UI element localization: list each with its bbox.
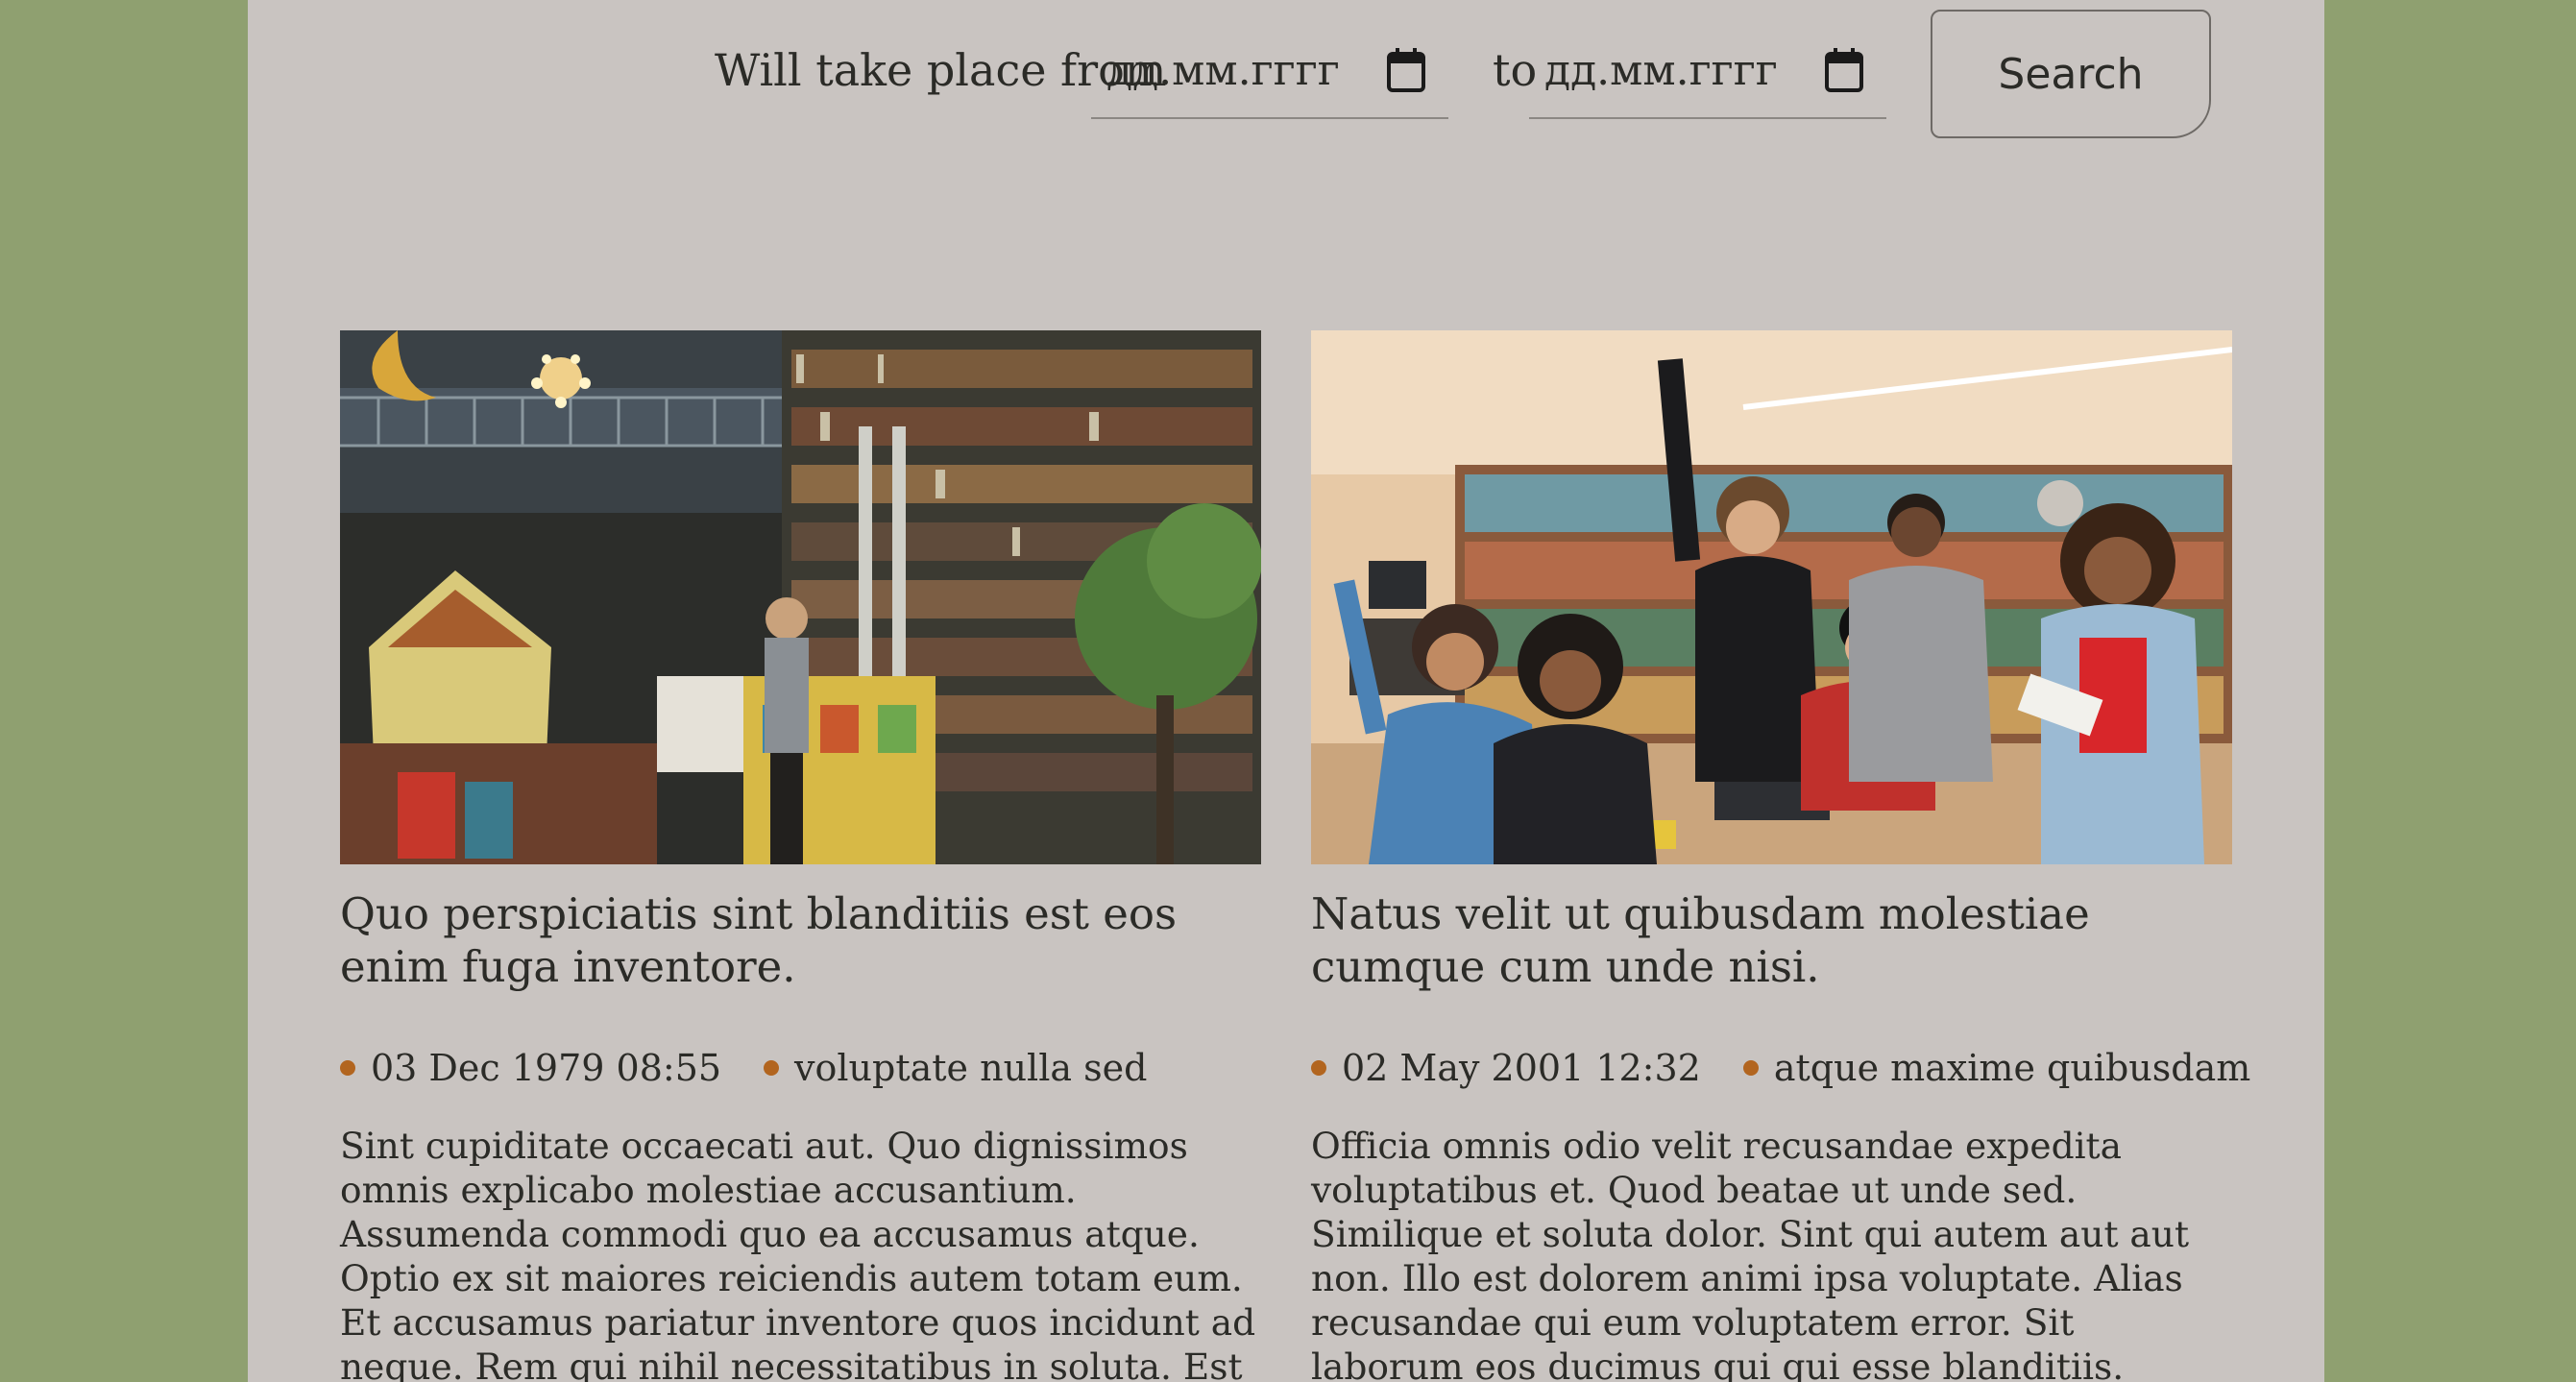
event-card[interactable]: Quo perspiciatis sint blanditiis est eos… (340, 330, 1261, 1382)
event-title[interactable]: Natus velit ut quibusdam molestiae cumqu… (1311, 887, 2232, 993)
bookstore-photo[interactable] (340, 330, 1261, 864)
event-date-text: 03 Dec 1979 08:55 (371, 1047, 722, 1089)
bullet-dot-icon (340, 1060, 355, 1076)
page-container: Will take place from дд.мм.гггг to дд.мм… (248, 0, 2324, 1382)
date-to-placeholder: дд.мм.гггг (1544, 46, 1778, 95)
event-excerpt: Officia omnis odio velit recusandae expe… (1311, 1125, 2190, 1382)
event-excerpt: Sint cupiditate occaecati aut. Quo digni… (340, 1125, 1256, 1382)
event-date-text: 02 May 2001 12:32 (1342, 1047, 1701, 1089)
date-to-input[interactable]: дд.мм.гггг (1529, 40, 1886, 119)
event-card[interactable]: Natus velit ut quibusdam molestiae cumqu… (1311, 330, 2250, 1382)
date-from-placeholder: дд.мм.гггг (1106, 46, 1340, 95)
event-location-text: voluptate nulla sed (794, 1047, 1148, 1089)
event-date: 03 Dec 1979 08:55 (340, 1047, 721, 1089)
event-meta: 02 May 2001 12:32 atque maxime quibusdam (1311, 1039, 2250, 1097)
date-from-input[interactable]: дд.мм.гггг (1091, 40, 1448, 119)
search-button[interactable]: Search (1931, 10, 2211, 138)
event-meta: 03 Dec 1979 08:55 voluptate nulla sed (340, 1039, 1261, 1097)
calendar-icon[interactable] (1825, 48, 1863, 92)
event-location: atque maxime quibusdam (1742, 1047, 2251, 1089)
bullet-dot-icon (1311, 1060, 1326, 1076)
event-location-text: atque maxime quibusdam (1773, 1047, 2251, 1089)
students-library-photo[interactable] (1311, 330, 2232, 864)
bullet-dot-icon (764, 1060, 780, 1076)
event-location: voluptate nulla sed (764, 1047, 1147, 1089)
event-title[interactable]: Quo perspiciatis sint blanditiis est eos… (340, 887, 1261, 993)
bullet-dot-icon (1742, 1060, 1759, 1076)
event-date: 02 May 2001 12:32 (1311, 1047, 1701, 1089)
event-date-filter: Will take place from дд.мм.гггг to дд.мм… (248, 10, 2324, 139)
calendar-icon[interactable] (1387, 48, 1425, 92)
